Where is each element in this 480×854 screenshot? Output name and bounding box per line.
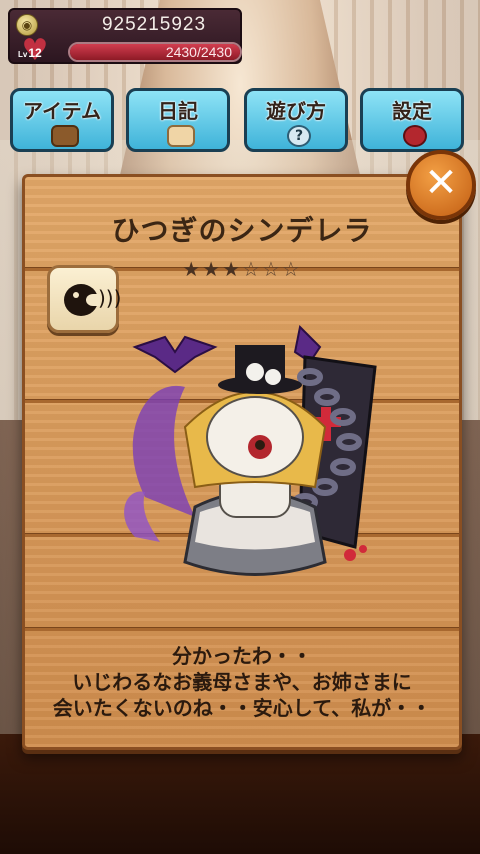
dialogue-line: いじわるなお義母さまや、お姉さまに xyxy=(72,670,412,694)
player-status-panel: ◉ 925215923 ♥ Lv12 2430/2430 xyxy=(8,8,242,66)
dialogue-text: 分かったわ・・ いじわるなお義母さまや、お姉さまに 会いたくないのね・・安心して… xyxy=(25,643,459,721)
star-empty-icon: ☆ xyxy=(281,257,302,281)
tab-settings-label: 設定 xyxy=(392,99,432,123)
character-illustration xyxy=(124,324,377,576)
close-button[interactable]: ✕ xyxy=(406,150,476,220)
question-icon: ? xyxy=(287,125,311,147)
floor xyxy=(0,734,480,854)
tab-items-label: アイテム xyxy=(23,99,101,123)
coin-count: 925215923 xyxy=(101,14,207,35)
chest-icon xyxy=(51,125,79,147)
close-icon: ✕ xyxy=(424,160,458,206)
character-card: ひつぎのシンデレラ ★★★☆☆☆ ))) 分かったわ・・ いじわるなお義母さまや… xyxy=(22,174,462,750)
star-filled-icon: ★ xyxy=(182,257,203,281)
tab-diary[interactable]: 日記 xyxy=(126,88,230,152)
tab-how-to-play-label: 遊び方 xyxy=(266,99,326,123)
star-filled-icon: ★ xyxy=(202,257,223,281)
star-empty-icon: ☆ xyxy=(242,257,262,281)
tab-settings[interactable]: 設定 xyxy=(360,88,464,152)
character-name: ひつぎのシンデレラ xyxy=(111,214,373,247)
voice-speaker-icon xyxy=(64,284,100,316)
tab-how-to-play[interactable]: 遊び方 ? xyxy=(244,88,348,152)
dialogue-line: 分かったわ・・ xyxy=(172,644,312,668)
star-filled-icon: ★ xyxy=(222,257,242,281)
hp-bar: 2430/2430 xyxy=(68,42,242,62)
gear-icon xyxy=(403,125,427,147)
star-empty-icon: ☆ xyxy=(261,257,282,281)
sound-waves-icon: ))) xyxy=(98,286,122,310)
level-badge: Lv12 xyxy=(18,46,42,60)
tab-diary-label: 日記 xyxy=(158,99,198,123)
plank-divider xyxy=(25,627,459,631)
hp-text: 2430/2430 xyxy=(165,44,232,60)
tab-items[interactable]: アイテム xyxy=(10,88,114,152)
book-icon xyxy=(167,125,195,147)
dialogue-line: 会いたくないのね・・安心して、私が・・ xyxy=(52,696,432,720)
